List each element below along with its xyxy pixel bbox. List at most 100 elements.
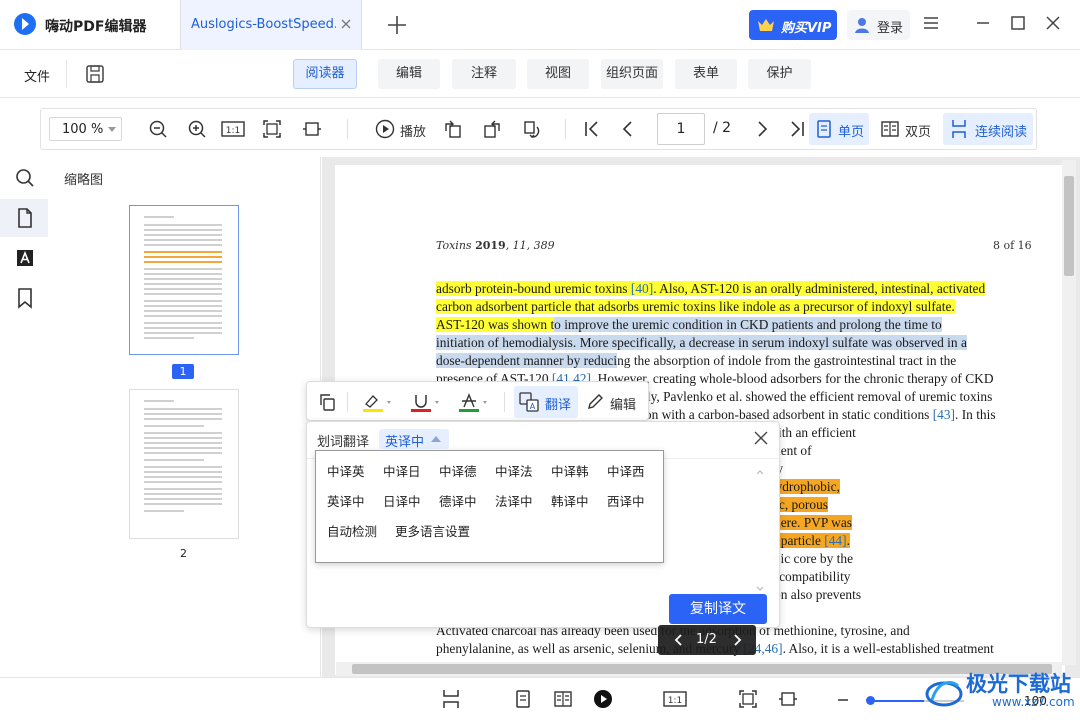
lang-option[interactable]: 法译中 [495,491,533,510]
text-run: carbon adsorbent particle that adsorbs u… [436,299,955,314]
fit-page-icon[interactable] [738,689,758,709]
tab-forms[interactable]: 表单 [675,59,737,89]
thumbnail-panel: 缩略图 1 2 [48,157,321,677]
highlight-color-icon[interactable] [361,392,397,412]
buy-vip-button[interactable]: 购买VIP [749,10,837,40]
new-tab-icon[interactable] [386,14,408,36]
double-page-label[interactable]: 双页 [905,121,931,140]
text-annotation-icon[interactable] [14,247,36,269]
zoom-select[interactable]: 100 % [49,117,122,141]
continuous-read-label[interactable]: 连续阅读 [975,121,1027,140]
actual-size-icon[interactable]: 1:1 [663,689,687,709]
text-run: . In this [955,407,996,422]
lang-option-more-settings[interactable]: 更多语言设置 [395,521,470,540]
text-line[interactable]: dose-dependent manner by reducing the ab… [436,352,1026,370]
zoom-slider-handle[interactable] [866,696,875,705]
thumb-line [144,432,222,434]
tab-view[interactable]: 视图 [527,59,589,89]
text-line[interactable]: AST-120 was shown to improve the uremic … [436,316,1026,334]
minimize-icon[interactable] [972,12,994,34]
actual-size-icon[interactable]: 1:1 [221,119,245,139]
lang-option[interactable]: 中译韩 [551,461,589,480]
thumbnail-page-icon[interactable] [14,207,36,229]
close-icon[interactable] [753,430,769,446]
search-icon[interactable] [14,167,36,189]
tab-reader[interactable]: 阅读器 [293,59,357,89]
bookmark-icon[interactable] [14,287,36,309]
translate-label[interactable]: 翻译 [545,394,571,413]
lang-option[interactable]: 日译中 [383,491,421,510]
play-icon[interactable] [593,689,613,709]
lang-option[interactable]: 韩译中 [551,491,589,510]
translate-icon[interactable]: A [519,392,539,412]
pager-previous-icon[interactable] [672,633,686,647]
lang-option-auto-detect[interactable]: 自动检测 [327,521,377,540]
thumb-line [144,239,222,241]
lang-option[interactable]: 西译中 [607,491,645,510]
page-thumbnail-2[interactable] [129,389,239,539]
menu-divider [66,60,67,88]
pager-next-icon[interactable] [730,633,744,647]
continuous-read-icon[interactable] [441,689,461,709]
lang-option[interactable]: 中译德 [439,461,477,480]
text-line[interactable]: carbon adsorbent particle that adsorbs u… [436,298,1026,316]
zoom-in-icon[interactable] [187,119,207,139]
edit-pen-icon[interactable] [585,392,605,412]
double-page-icon[interactable] [880,119,900,139]
copy-translation-button[interactable]: 复制译文 [669,594,767,624]
save-icon[interactable] [85,64,105,84]
previous-page-icon[interactable] [618,119,638,139]
chevron-down-icon [108,127,116,132]
file-menu[interactable]: 文件 [24,66,50,85]
document-tab-title: Auslogics-BoostSpeed... [191,17,336,32]
login-button[interactable]: 登录 [847,10,910,40]
result-scrollbar[interactable] [753,468,767,594]
tab-annotate[interactable]: 注释 [452,59,516,89]
tab-protect[interactable]: 保护 [748,59,811,89]
language-pair-select[interactable]: 英译中 [379,429,449,450]
next-page-icon[interactable] [752,119,772,139]
rotate-page-icon[interactable] [522,119,542,139]
first-page-icon[interactable] [582,119,602,139]
menu-icon[interactable] [920,12,942,34]
edit-label[interactable]: 编辑 [610,394,636,413]
zoom-out-icon[interactable] [148,119,168,139]
tab-edit[interactable]: 编辑 [378,59,440,89]
play-label[interactable]: 播放 [400,121,426,140]
lang-option[interactable]: 德译中 [439,491,477,510]
rotate-right-icon[interactable] [482,119,502,139]
lang-option[interactable]: 中译日 [383,461,421,480]
copy-icon[interactable] [317,392,337,412]
vertical-scrollbar-thumb[interactable] [1064,176,1074,276]
document-tab[interactable]: Auslogics-BoostSpeed... [180,0,362,50]
thumb-highlight-line [144,256,222,258]
fit-width-icon[interactable] [778,689,798,709]
text-line[interactable]: initiation of hemodialysis. More specifi… [436,334,1026,352]
double-page-icon[interactable] [553,689,573,709]
play-icon[interactable] [375,119,395,139]
strikeout-color-icon[interactable] [457,392,493,412]
maximize-icon[interactable] [1007,12,1029,34]
close-window-icon[interactable] [1042,12,1064,34]
tab-organize-pages[interactable]: 组织页面 [601,59,663,89]
fit-page-icon[interactable] [262,119,282,139]
rotate-left-icon[interactable] [443,119,463,139]
zoom-minus-icon[interactable] [838,699,848,701]
lang-option[interactable]: 中译西 [607,461,645,480]
lang-option[interactable]: 中译法 [495,461,533,480]
single-page-icon[interactable] [814,119,834,139]
single-page-icon[interactable] [513,689,533,709]
single-page-label[interactable]: 单页 [838,121,864,140]
fit-width-icon[interactable] [302,119,322,139]
page-number-input[interactable]: 1 [657,113,705,145]
lang-option[interactable]: 英译中 [327,491,365,510]
lang-option[interactable]: 中译英 [327,461,365,480]
close-tab-icon[interactable] [339,17,353,31]
thumb-line [144,327,222,329]
text-line[interactable]: adsorb protein-bound uremic toxins [40].… [436,280,1026,298]
running-head-volume: , 11, 389 [505,239,555,252]
continuous-read-icon[interactable] [949,119,969,139]
page-thumbnail-1[interactable] [129,205,239,355]
underline-color-icon[interactable] [409,392,445,412]
last-page-icon[interactable] [787,119,807,139]
